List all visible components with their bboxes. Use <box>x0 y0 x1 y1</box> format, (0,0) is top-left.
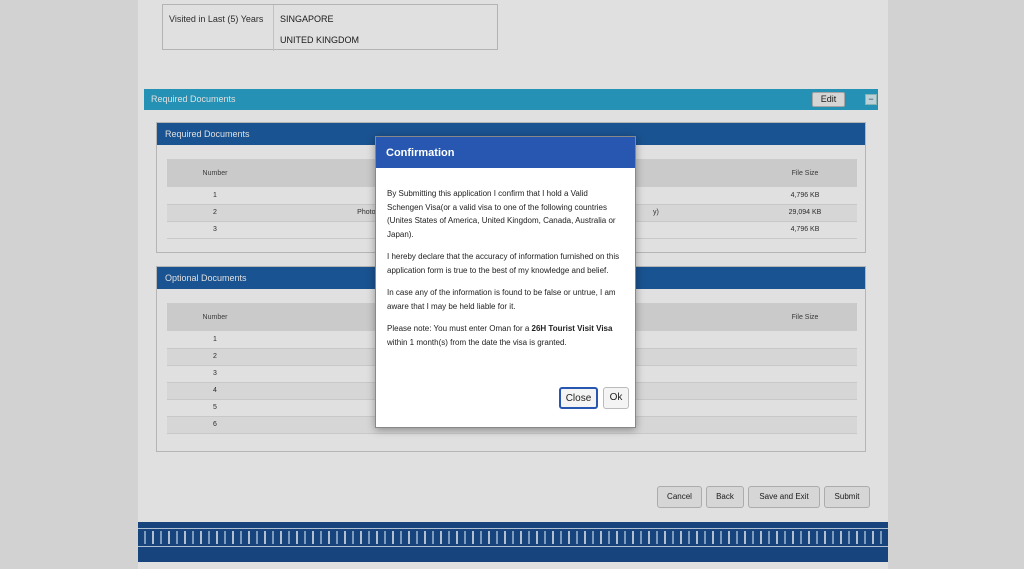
close-button[interactable]: Close <box>559 387 598 409</box>
visa-type: 26H Tourist Visit Visa <box>531 324 613 333</box>
note-prefix: Please note: You must enter Oman for a <box>387 324 532 333</box>
note-suffix: within 1 month(s) from the date the visa… <box>387 337 567 347</box>
ok-button[interactable]: Ok <box>603 387 629 409</box>
dialog-title: Confirmation <box>376 137 635 168</box>
confirmation-dialog: Confirmation By Submitting this applicat… <box>375 136 636 428</box>
dialog-paragraph: In case any of the information is found … <box>387 288 616 311</box>
dialog-note: Please note: You must enter Oman for a 2… <box>387 322 624 349</box>
dialog-paragraph: By Submitting this application I confirm… <box>387 189 616 239</box>
dialog-paragraph: I hereby declare that the accuracy of in… <box>387 252 620 275</box>
dialog-body: By Submitting this application I confirm… <box>376 168 635 349</box>
